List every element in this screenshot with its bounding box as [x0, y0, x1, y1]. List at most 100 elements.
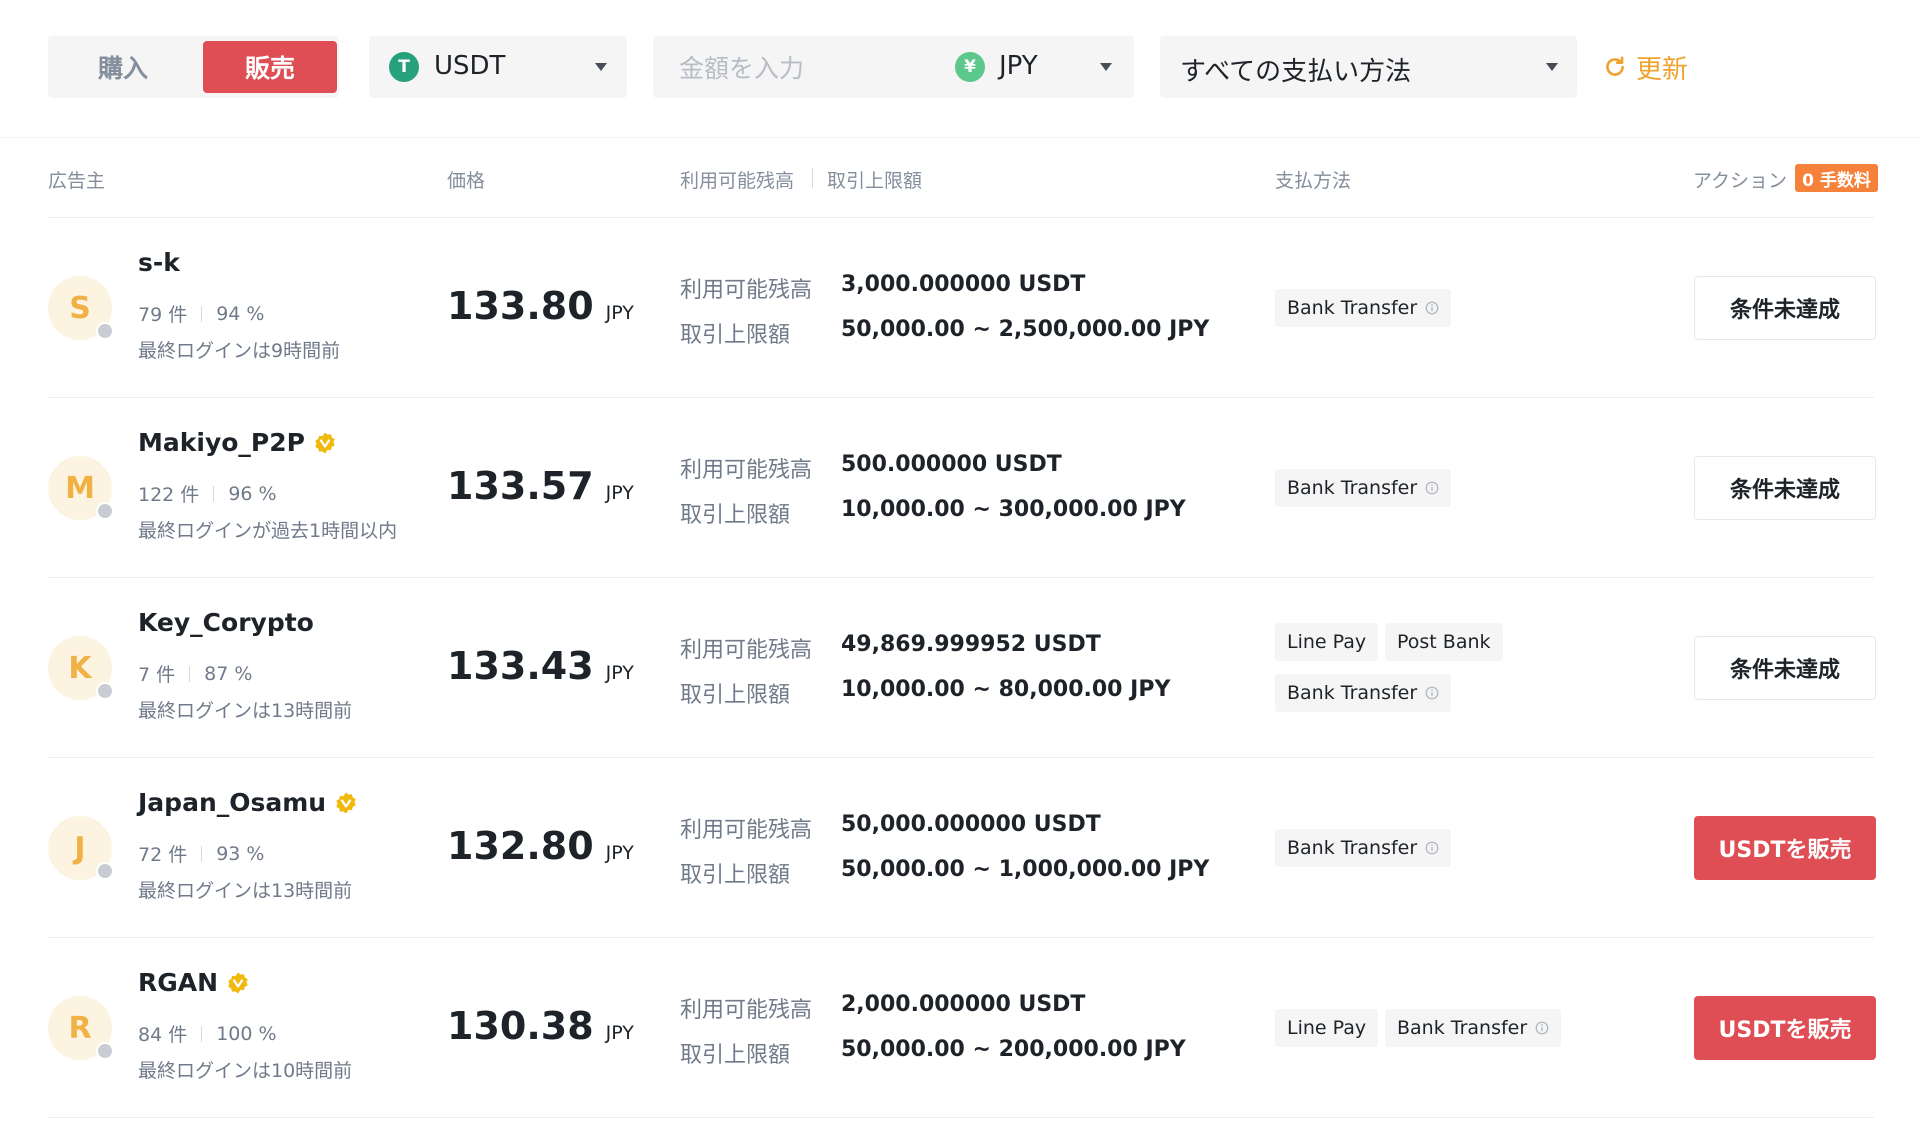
- price-unit: JPY: [605, 1022, 634, 1044]
- last-login-text: 最終ログインは9時間前: [138, 340, 341, 362]
- advertiser-name-line: s-k: [138, 248, 180, 277]
- payment-tag-label: Line Pay: [1287, 1017, 1367, 1039]
- amount-filter: ¥ JPY: [653, 36, 1134, 98]
- available-label: 利用可能残高: [680, 458, 813, 483]
- available-value: 500.000000 USDT: [841, 452, 1062, 477]
- online-status-dot: [96, 1042, 114, 1060]
- payment-methods: Bank Transfer: [1275, 218, 1565, 397]
- advertiser-name[interactable]: Japan_Osamu: [138, 788, 326, 817]
- available-value: 2,000.000000 USDT: [841, 992, 1086, 1017]
- sell-usdt-button[interactable]: USDTを販売: [1694, 996, 1876, 1060]
- table-row: Ss-k 79 件 94 % 最終ログインは9時間前 133.80 JPY 利用可能残高 3,…: [48, 218, 1876, 398]
- price-unit: JPY: [605, 482, 634, 504]
- advertisement-list: Ss-k 79 件 94 % 最終ログインは9時間前 133.80 JPY 利用可能残高 3,…: [48, 218, 1876, 1118]
- info-icon: [1425, 481, 1439, 495]
- advertiser-name-line: Makiyo_P2P: [138, 428, 337, 457]
- advertiser-name-line: Japan_Osamu: [138, 788, 358, 817]
- last-login-text: 最終ログインが過去1時間以内: [138, 520, 398, 542]
- completion-rate: 87 %: [204, 662, 253, 685]
- limit-label: 取引上限額: [680, 503, 791, 528]
- price: 133.57 JPY: [447, 464, 634, 508]
- tab-sell[interactable]: 販売: [203, 41, 337, 93]
- advertiser-name[interactable]: s-k: [138, 248, 180, 277]
- available-value: 3,000.000000 USDT: [841, 272, 1086, 297]
- coin-select-value: USDT: [434, 51, 506, 81]
- header-advertiser: 広告主: [48, 170, 106, 192]
- header-limit: 取引上限額: [827, 170, 923, 192]
- fiat-select[interactable]: ¥ JPY: [955, 36, 1134, 98]
- payment-tag: Post Bank: [1385, 623, 1503, 661]
- info-icon: [1535, 1021, 1549, 1035]
- verified-badge-icon: [315, 432, 335, 453]
- available-value: 49,869.999952 USDT: [841, 632, 1101, 657]
- price: 133.43 JPY: [447, 644, 634, 688]
- refresh-icon: [1606, 56, 1624, 76]
- payment-tag-label: Bank Transfer: [1287, 837, 1418, 859]
- info-icon: [1425, 841, 1439, 855]
- payment-tag: Line Pay: [1275, 623, 1379, 661]
- advertiser-stats: 84 件 100 %: [138, 1020, 277, 1047]
- requirements-not-met-button[interactable]: 条件未達成: [1694, 276, 1876, 340]
- header-action: アクション: [1693, 170, 1788, 192]
- coin-select[interactable]: T USDT: [369, 36, 627, 98]
- requirements-not-met-button[interactable]: 条件未達成: [1694, 636, 1876, 700]
- limit-value: 50,000.00 ~ 2,500,000.00 JPY: [841, 317, 1210, 342]
- tab-buy[interactable]: 購入: [58, 41, 188, 93]
- info-icon: [1425, 686, 1439, 700]
- info-icon: [1425, 301, 1439, 315]
- price-unit: JPY: [605, 662, 634, 684]
- last-login-text: 最終ログインは10時間前: [138, 1060, 353, 1082]
- payment-tag: Line Pay: [1275, 1009, 1379, 1047]
- limit-value: 10,000.00 ~ 80,000.00 JPY: [841, 677, 1171, 702]
- advertiser-name[interactable]: Key_Corypto: [138, 608, 314, 637]
- price-value: 133.43: [447, 644, 594, 688]
- online-status-dot: [96, 862, 114, 880]
- advertiser-name[interactable]: RGAN: [138, 968, 218, 997]
- last-login-text: 最終ログインは13時間前: [138, 880, 353, 902]
- price: 130.38 JPY: [447, 1004, 634, 1048]
- available-value: 50,000.000000 USDT: [841, 812, 1101, 837]
- advertiser-name[interactable]: Makiyo_P2P: [138, 428, 305, 457]
- available-label: 利用可能残高: [680, 638, 813, 663]
- payment-tag-label: Bank Transfer: [1287, 297, 1418, 319]
- completion-rate: 96 %: [228, 482, 277, 505]
- payment-tag: Bank Transfer: [1275, 469, 1452, 507]
- last-login-text: 最終ログインは13時間前: [138, 700, 353, 722]
- table-row: M Makiyo_P2P 122 件 96 % 最終ログインが過去1時間以内 133.57…: [48, 398, 1876, 578]
- chevron-down-icon: [595, 63, 607, 71]
- payment-method-select[interactable]: すべての支払い方法: [1160, 36, 1577, 98]
- payment-methods: Bank Transfer: [1275, 758, 1565, 937]
- refresh-button[interactable]: 更新: [1602, 44, 1688, 90]
- price-value: 133.57: [447, 464, 594, 508]
- available-label: 利用可能残高: [680, 278, 813, 303]
- requirements-not-met-button[interactable]: 条件未達成: [1694, 456, 1876, 520]
- header-payment: 支払方法: [1275, 170, 1352, 192]
- payment-tag-label: Bank Transfer: [1397, 1017, 1528, 1039]
- order-count: 7 件: [138, 664, 176, 686]
- online-status-dot: [96, 502, 114, 520]
- yen-icon: ¥: [955, 52, 985, 82]
- p2p-market-page: 購入 販売 T USDT ¥ JPY すべての支払い方法 更新: [0, 0, 1920, 1127]
- advertiser-stats: 122 件 96 %: [138, 480, 277, 507]
- stat-separator: [201, 845, 203, 862]
- payment-method-select-value: すべての支払い方法: [1180, 57, 1412, 87]
- header-price: 価格: [447, 170, 486, 192]
- order-count: 79 件: [138, 304, 188, 326]
- chevron-down-icon: [1100, 63, 1112, 71]
- online-status-dot: [96, 322, 114, 340]
- verified-badge-icon: [228, 972, 248, 993]
- filter-bar: 購入 販売 T USDT ¥ JPY すべての支払い方法 更新: [0, 0, 1920, 136]
- stat-separator: [201, 305, 203, 322]
- payment-tag-label: Post Bank: [1397, 631, 1491, 653]
- payment-methods: Line Pay Bank Transfer: [1275, 938, 1565, 1117]
- online-status-dot: [96, 682, 114, 700]
- sell-usdt-button[interactable]: USDTを販売: [1694, 816, 1876, 880]
- amount-input[interactable]: [677, 46, 951, 90]
- advertiser-stats: 72 件 93 %: [138, 840, 265, 867]
- price-value: 130.38: [447, 1004, 594, 1048]
- chevron-down-icon: [1546, 63, 1558, 71]
- price-unit: JPY: [605, 302, 634, 324]
- completion-rate: 94 %: [216, 302, 265, 325]
- header-separator: [812, 168, 813, 188]
- price-value: 132.80: [447, 824, 594, 868]
